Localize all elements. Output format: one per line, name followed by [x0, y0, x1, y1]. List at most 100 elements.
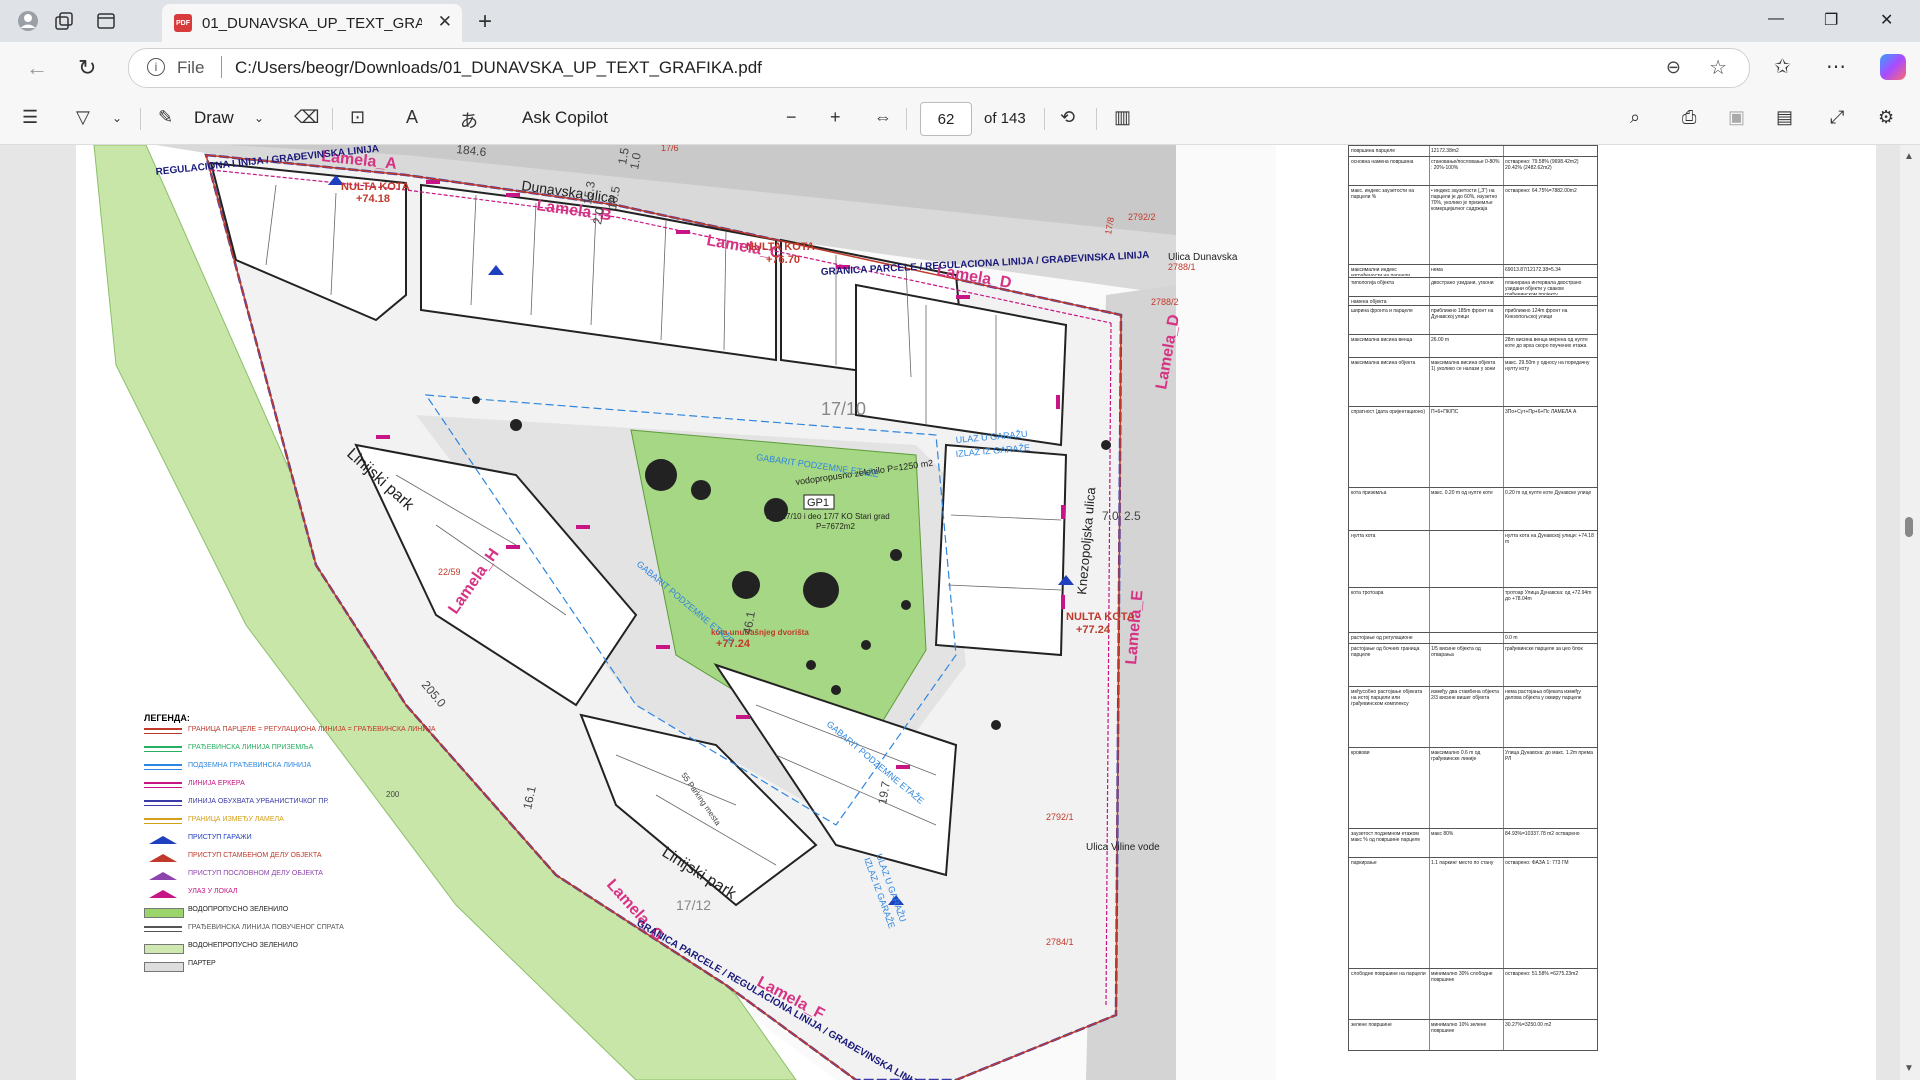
read-aloud-icon[interactable]: A — [406, 107, 418, 128]
table-cell: површина парцеле — [1351, 148, 1396, 154]
table-cell: ширина фронта и парцеле — [1351, 308, 1413, 314]
table-divider — [1429, 157, 1430, 185]
table-cell — [1505, 299, 1595, 304]
info-icon[interactable]: i — [147, 58, 165, 76]
table-row: ширина фронта и парцеле приближно 185m фр… — [1349, 306, 1597, 335]
table-cell: нулта кота на Дунавској улици: +74.18 m — [1505, 533, 1594, 545]
table-divider — [1503, 157, 1504, 185]
highlight-dropdown-icon[interactable]: ⌄ — [112, 111, 122, 125]
zoom-out-icon[interactable]: − — [786, 107, 797, 128]
rotate-icon[interactable]: ⟲ — [1060, 107, 1075, 128]
table-cell: заузетост подземном етажом макс % од пов… — [1351, 831, 1421, 843]
scroll-up-icon[interactable]: ▲ — [1904, 151, 1914, 162]
table-cell: 0.0 m — [1505, 635, 1518, 641]
legend-label: ПАРТЕР — [188, 960, 216, 967]
vertical-tabs-icon[interactable] — [92, 7, 120, 35]
legend: ЛЕГЕНДА: ГРАНИЦА ПАРЦЕЛЕ = РЕГУЛАЦИОНА Л… — [144, 713, 474, 975]
legend-item: ГРАНИЦА ПАРЦЕЛЕ = РЕГУЛАЦИОНА ЛИНИЈА = Г… — [144, 723, 474, 741]
scroll-down-icon[interactable]: ▼ — [1904, 1063, 1914, 1074]
vertical-scrollbar[interactable]: ▲ ▼ — [1900, 145, 1920, 1080]
close-window-icon[interactable]: ✕ — [1880, 10, 1893, 30]
text-box-icon[interactable]: ⊡ — [350, 107, 365, 128]
save-as-icon[interactable]: ▤ — [1776, 107, 1793, 128]
table-divider — [1503, 748, 1504, 828]
table-cell — [1505, 148, 1595, 155]
table-divider — [1503, 278, 1504, 296]
tab-bar: PDF 01_DUNAVSKA_UP_TEXT_GRAFIKA ✕ + — ❐ … — [0, 0, 1920, 42]
favorites-icon[interactable]: ✩ — [1774, 54, 1791, 79]
tab-close-icon[interactable]: ✕ — [438, 12, 452, 32]
page-view-icon[interactable]: ▥ — [1114, 107, 1131, 128]
fullscreen-icon[interactable]: ⤢ — [1830, 107, 1844, 128]
contents-icon[interactable]: ☰ — [22, 107, 38, 128]
more-options-icon[interactable]: ⋯ — [1826, 54, 1846, 79]
table-cell: нема — [1431, 267, 1443, 273]
legend-swatch — [144, 944, 184, 954]
fit-width-icon[interactable]: ⇔ — [874, 107, 892, 128]
legend-item: ПРИСТУП ПОСЛОВНОМ ДЕЛУ ОБЈЕКТА — [144, 867, 474, 885]
table-row: растојање од бочних граница парцеле 1/5 в… — [1349, 644, 1597, 687]
table-row: максимална висина венца 26.00 m 28m висина… — [1349, 335, 1597, 358]
table-divider — [1503, 829, 1504, 857]
table-divider — [1503, 588, 1504, 632]
table-cell — [1431, 635, 1501, 642]
table-cell: двострано узидани, угаони — [1431, 280, 1494, 286]
table-divider — [1503, 306, 1504, 334]
address-bar[interactable]: i File C:/Users/beogr/Downloads/01_DUNAV… — [128, 48, 1750, 88]
profile-icon[interactable] — [14, 7, 42, 35]
table-divider — [1429, 146, 1430, 156]
tab-pdf[interactable]: PDF 01_DUNAVSKA_UP_TEXT_GRAFIKA ✕ — [162, 4, 462, 42]
scroll-thumb[interactable] — [1905, 517, 1913, 537]
legend-label: ВОДОНЕПРОПУСНО ЗЕЛЕНИЛО — [188, 942, 298, 949]
draw-icon[interactable]: ✎ — [158, 107, 173, 128]
draw-dropdown-icon[interactable]: ⌄ — [254, 111, 264, 125]
translate-icon[interactable]: あ — [460, 107, 478, 133]
document-area: Lamela_A Lamela_B Lamela_C Lamela_D Lame… — [0, 145, 1920, 1080]
label-parcel-17-12: 17/12 — [676, 897, 711, 913]
new-tab-icon[interactable]: + — [478, 8, 492, 36]
highlight-icon[interactable]: ▽ — [76, 107, 90, 128]
table-cell: спратност (дата оријентационо) — [1351, 409, 1425, 415]
save-icon[interactable]: ▣ — [1728, 107, 1745, 128]
label-parcel-22-59: 22/59 — [438, 567, 461, 577]
table-divider — [1429, 358, 1430, 406]
address-url[interactable]: C:/Users/beogr/Downloads/01_DUNAVSKA_UP_… — [235, 58, 762, 78]
search-icon[interactable]: ⌕ — [1630, 107, 1640, 128]
dim-1-0: 1.0 — [627, 151, 644, 170]
table-row: спратност (дата оријентационо) П+6+ПК/ПС 3… — [1349, 407, 1597, 488]
legend-swatch — [144, 908, 184, 918]
table-cell: кровови — [1351, 750, 1370, 756]
legend-item: ЛИНИЈА ЕРКЕРА — [144, 777, 474, 795]
table-cell: максимално 0.6 m од грађевинске линије — [1431, 750, 1481, 762]
table-row: максимални индекс изграђености на парцел… — [1349, 265, 1597, 278]
table-divider — [1429, 278, 1430, 296]
table-divider — [1429, 829, 1430, 857]
page-number-input[interactable]: 62 — [920, 102, 972, 136]
ask-copilot-button[interactable]: Ask Copilot — [522, 108, 608, 128]
dim-2-0: 2.0 — [590, 206, 607, 225]
table-divider — [1429, 531, 1430, 587]
zoom-icon[interactable]: ⊖ — [1666, 57, 1681, 78]
zoom-in-icon[interactable]: + — [830, 107, 841, 128]
restore-icon[interactable]: ❐ — [1824, 10, 1838, 30]
settings-icon[interactable]: ⚙ — [1878, 107, 1894, 128]
minimize-icon[interactable]: — — [1768, 10, 1784, 28]
workspaces-icon[interactable] — [50, 7, 78, 35]
table-row: кровови максимално 0.6 m од грађевинске л… — [1349, 748, 1597, 829]
legend-label: ЛИНИЈА ЕРКЕРА — [188, 780, 245, 787]
table-cell: нулта кота — [1351, 533, 1376, 539]
copilot-icon[interactable] — [1880, 54, 1906, 80]
label-nulta-kota-1: NULTA KOTA — [341, 181, 410, 193]
toolbar-divider — [140, 108, 141, 130]
back-icon[interactable]: ← — [26, 55, 48, 81]
legend-swatch — [144, 962, 184, 972]
table-cell: максимална висина објекта — [1351, 360, 1416, 366]
table-row: зелене површине минимално 10% зелене повр… — [1349, 1020, 1597, 1051]
legend-label: УЛАЗ У ЛОКАЛ — [188, 888, 238, 895]
print-icon[interactable]: ⎙ — [1682, 107, 1696, 128]
refresh-icon[interactable]: ↻ — [78, 55, 96, 81]
table-divider — [1429, 407, 1430, 487]
eraser-icon[interactable]: ⌫ — [294, 107, 319, 128]
favorite-star-icon[interactable]: ☆ — [1709, 55, 1727, 80]
draw-button[interactable]: Draw — [194, 108, 234, 128]
